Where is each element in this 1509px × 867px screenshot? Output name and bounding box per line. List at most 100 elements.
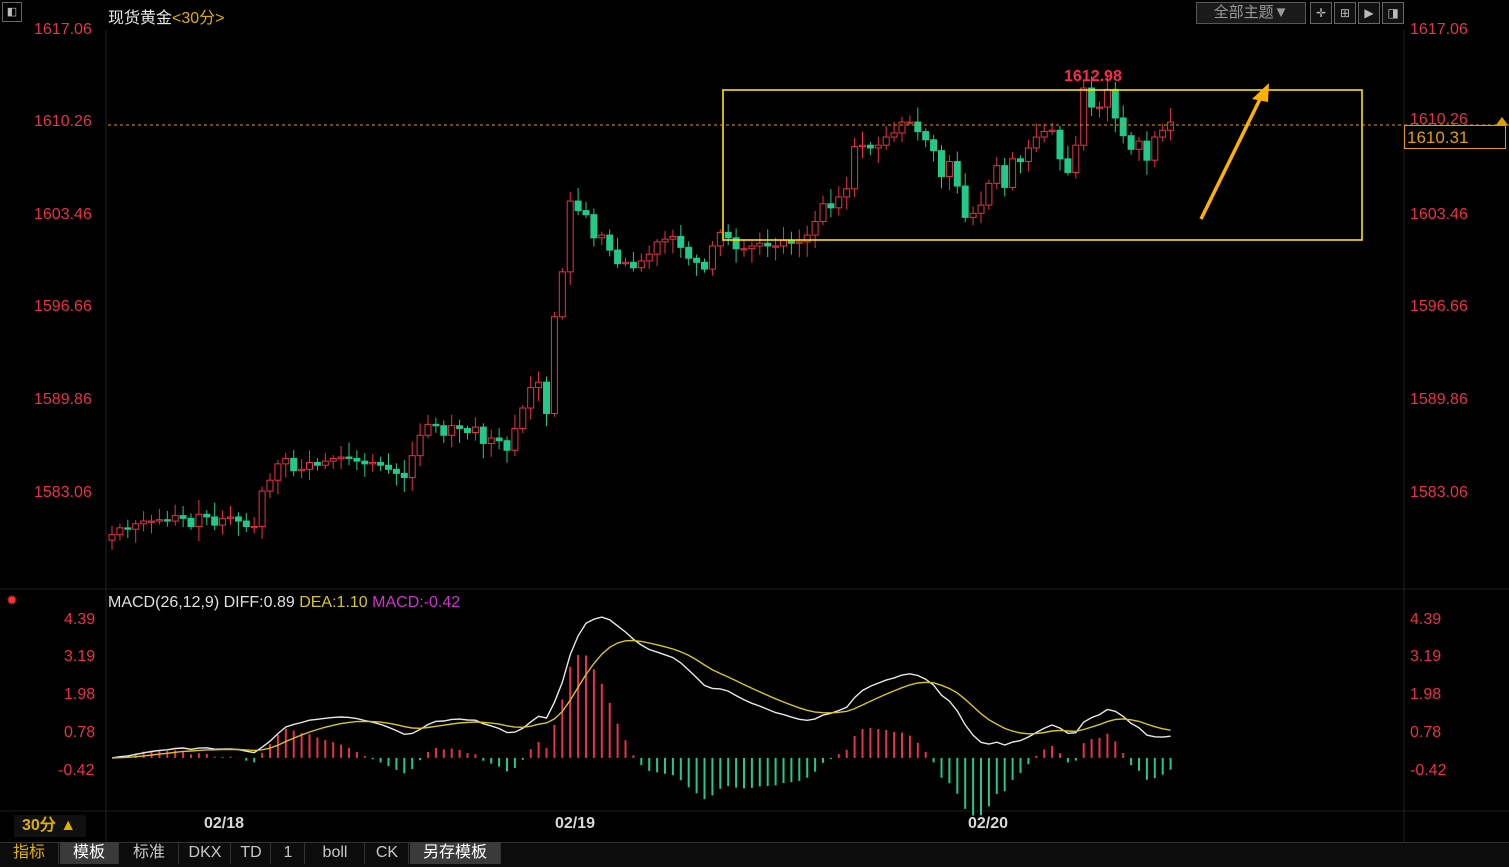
macd-value: MACD:-0.42: [372, 594, 461, 611]
macd-header: MACD(26,12,9) DIFF:0.89 DEA:1.10 MACD:-0…: [108, 594, 460, 612]
crosshair-icon[interactable]: ✛: [1310, 2, 1332, 24]
candle: [914, 107, 922, 141]
period-tag[interactable]: <30分>: [172, 10, 225, 27]
candle: [922, 128, 930, 148]
candle: [645, 245, 653, 269]
candle: [1024, 139, 1032, 172]
candle: [527, 376, 535, 420]
candle: [392, 463, 400, 486]
candle: [732, 228, 740, 263]
diff-line: [111, 616, 1171, 759]
diff-value: DIFF:0.89: [223, 594, 295, 611]
candle: [345, 442, 353, 466]
candle: [685, 241, 693, 266]
last-price-badge: 1610.31: [1404, 125, 1506, 149]
candle: [258, 486, 266, 539]
candle: [874, 136, 882, 163]
candle: [1143, 131, 1151, 175]
candle: [234, 512, 242, 536]
candle: [408, 441, 416, 491]
candle: [511, 414, 519, 457]
candle: [653, 239, 661, 267]
candle: [637, 253, 645, 272]
dea-value: DEA:1.10: [299, 594, 368, 611]
candle: [487, 429, 495, 457]
theme-dropdown[interactable]: 全部主题▼: [1196, 2, 1306, 24]
tab-dkx[interactable]: DKX: [180, 842, 231, 864]
y-tick: 1589.86: [1410, 391, 1468, 408]
collapse-icon[interactable]: ◧: [2, 2, 22, 22]
macd-y-tick: -0.42: [58, 762, 95, 779]
candle: [985, 179, 993, 210]
chart-window[interactable]: ◧ 现货黄金<30分> 全部主题▼ ✛ ⊞ ▶ ◨ 1612.98 1617.0…: [0, 0, 1509, 867]
layout-icon[interactable]: ⊞: [1334, 2, 1356, 24]
tab-ck[interactable]: CK: [366, 842, 409, 864]
candle: [898, 116, 906, 143]
candle: [1159, 123, 1167, 142]
candle: [835, 186, 843, 216]
candle: [1167, 108, 1175, 141]
tab-td[interactable]: TD: [232, 842, 271, 864]
candle: [211, 502, 219, 531]
macd-y-tick: 0.78: [64, 724, 96, 741]
candle: [116, 523, 124, 541]
candle: [938, 145, 945, 189]
x-tick: 02/19: [555, 815, 596, 832]
candle: [440, 420, 448, 443]
range-box: [722, 89, 1363, 241]
candle: [1032, 123, 1040, 152]
macd-y-tick: 3.19: [64, 648, 96, 665]
tab-1[interactable]: 1: [272, 842, 305, 864]
candle: [756, 232, 764, 255]
tab-save-template[interactable]: 另存模板: [410, 842, 501, 864]
candle: [250, 517, 258, 534]
tab-template[interactable]: 模板: [60, 842, 119, 864]
y-tick: 1610.26: [34, 113, 92, 130]
candle: [432, 417, 440, 433]
price-chart[interactable]: [0, 0, 1509, 866]
candle: [227, 506, 234, 525]
candle: [266, 473, 274, 499]
candle: [669, 229, 677, 254]
y-tick: 1589.86: [34, 391, 92, 408]
candle: [148, 514, 155, 534]
candle: [574, 187, 582, 216]
y-tick: 1596.66: [34, 298, 92, 315]
candle: [1151, 130, 1159, 168]
tab-boll[interactable]: boll: [306, 842, 365, 864]
candle: [163, 510, 171, 527]
settings-icon[interactable]: ✹: [6, 592, 18, 609]
candle: [1119, 105, 1127, 144]
candle: [132, 520, 140, 543]
candle: [385, 453, 392, 474]
y-tick: 1583.06: [34, 484, 92, 501]
candle: [598, 231, 606, 245]
tab-standard[interactable]: 标准: [120, 842, 179, 864]
candle: [140, 511, 148, 532]
candle: [1135, 136, 1143, 161]
tab-indicator[interactable]: 指标: [0, 842, 59, 864]
candle: [503, 436, 511, 463]
candle: [219, 510, 227, 535]
candlestick-series: [108, 75, 1175, 550]
candle: [179, 506, 187, 528]
candle: [622, 257, 629, 267]
candle: [859, 131, 866, 159]
macd-y-tick: 0.78: [1410, 724, 1442, 741]
candle: [369, 454, 377, 472]
candle: [1096, 101, 1103, 118]
high-label: 1612.98: [1064, 68, 1122, 85]
expand-icon[interactable]: ◨: [1382, 2, 1404, 24]
candle: [661, 230, 669, 254]
candle: [795, 229, 803, 258]
playback-icon[interactable]: ▶: [1358, 2, 1380, 24]
candle: [811, 210, 819, 248]
candle: [701, 258, 708, 273]
candle: [171, 504, 179, 526]
macd-histogram: [118, 655, 1172, 816]
candle: [1017, 155, 1024, 174]
candle: [424, 414, 432, 439]
period-button[interactable]: 30分 ▲: [14, 815, 86, 837]
macd-y-tick: -0.42: [1410, 762, 1447, 779]
candle: [479, 423, 487, 459]
